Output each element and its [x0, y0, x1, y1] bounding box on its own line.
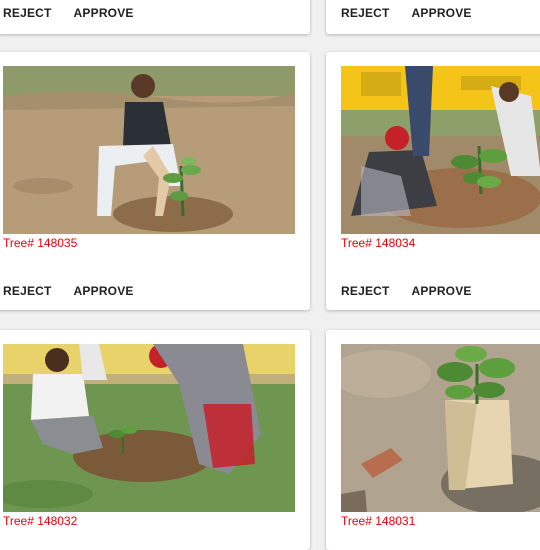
approve-button[interactable]: APPROVE: [74, 284, 134, 298]
card-actions: REJECT APPROVE: [3, 6, 134, 20]
tree-photo[interactable]: [341, 344, 540, 512]
tree-id-label: Tree# 148035: [3, 236, 78, 250]
tree-card-top-left: REJECT APPROVE: [0, 0, 310, 34]
tree-photo[interactable]: [3, 66, 295, 234]
tree-id-label: Tree# 148032: [3, 514, 78, 528]
card-actions: REJECT APPROVE: [341, 6, 472, 20]
approve-button[interactable]: APPROVE: [412, 6, 472, 20]
tree-id-label: Tree# 148031: [341, 514, 416, 528]
reject-button[interactable]: REJECT: [341, 284, 390, 298]
approve-button[interactable]: APPROVE: [412, 284, 472, 298]
card-actions: REJECT APPROVE: [341, 284, 472, 298]
card-actions: REJECT APPROVE: [3, 284, 134, 298]
tree-card: Tree# 148031: [326, 330, 540, 550]
tree-id-label: Tree# 148034: [341, 236, 416, 250]
reject-button[interactable]: REJECT: [341, 6, 390, 20]
tree-card-top-right: REJECT APPROVE: [326, 0, 540, 34]
reject-button[interactable]: REJECT: [3, 284, 52, 298]
tree-photo[interactable]: [341, 66, 540, 234]
approve-button[interactable]: APPROVE: [74, 6, 134, 20]
tree-card: Tree# 148032: [0, 330, 310, 550]
reject-button[interactable]: REJECT: [3, 6, 52, 20]
tree-card: Tree# 148034 REJECT APPROVE: [326, 52, 540, 310]
tree-photo[interactable]: [3, 344, 295, 512]
tree-card: Tree# 148035 REJECT APPROVE: [0, 52, 310, 310]
